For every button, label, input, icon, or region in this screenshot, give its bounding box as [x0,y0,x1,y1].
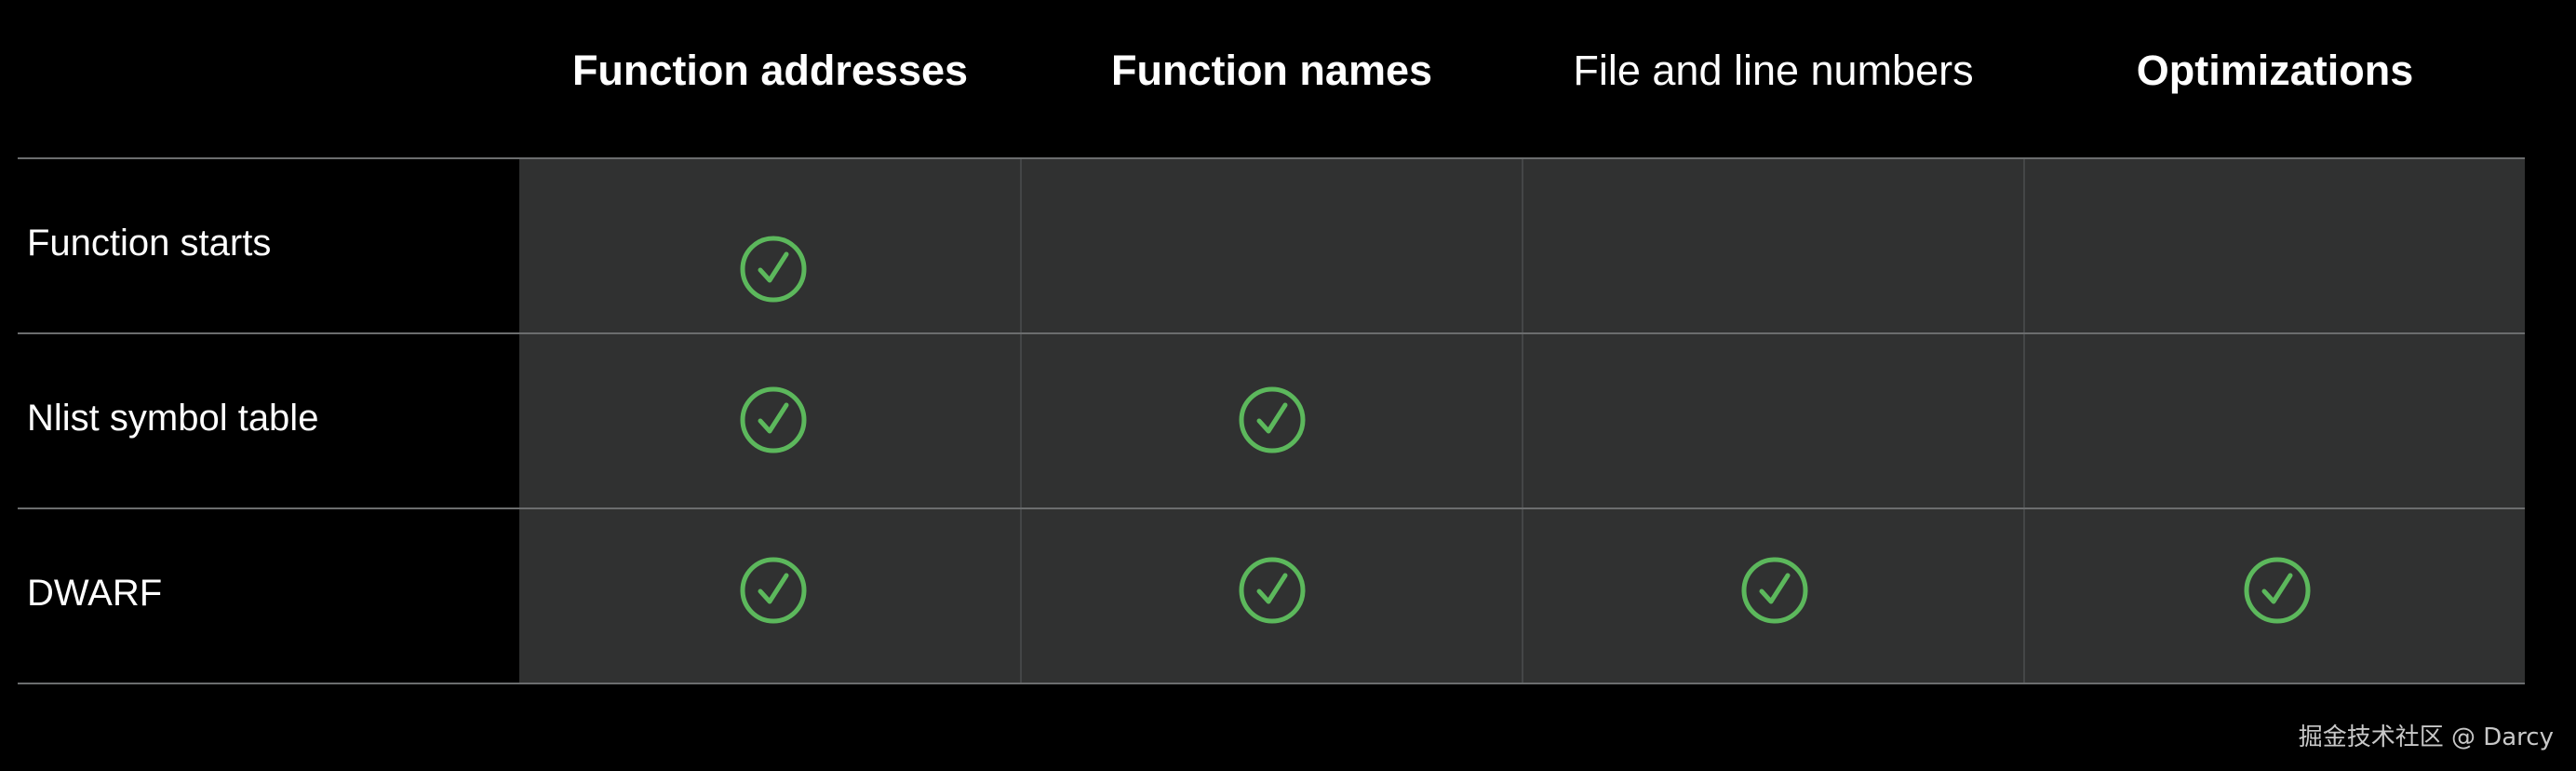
check-circle-icon [1238,386,1307,454]
watermark: 掘金技术社区 @ Darcy [2298,724,2554,751]
row-label-nlist-symbol-table: Nlist symbol table [27,398,319,439]
column-divider [1522,158,1523,684]
check-circle-icon [739,556,808,625]
column-header-optimizations: Optimizations [2136,47,2414,94]
column-divider [1020,158,1022,684]
check-circle-icon [1740,556,1809,625]
check-circle-icon [739,386,808,454]
column-divider [2023,158,2025,684]
column-header-file-and-line-numbers: File and line numbers [1573,47,1974,94]
column-header-function-names: Function names [1110,47,1433,94]
column-header-function-addresses: Function addresses [571,47,969,94]
row-divider [18,507,2525,509]
row-label-dwarf: DWARF [27,573,163,614]
check-circle-icon [1238,556,1307,625]
row-label-function-starts: Function starts [27,223,272,264]
check-circle-icon [2243,556,2312,625]
check-circle-icon [739,235,808,304]
row-divider [18,157,2525,159]
row-divider [18,332,2525,334]
row-divider [18,683,2525,684]
